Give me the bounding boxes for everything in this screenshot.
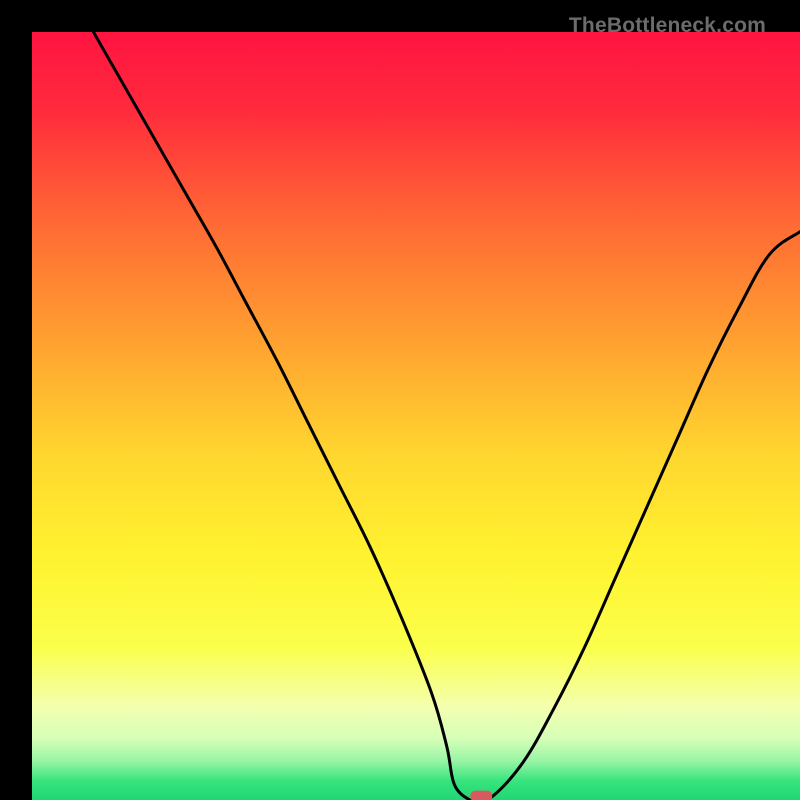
watermark-text: TheBottleneck.com <box>569 14 766 38</box>
gradient-background <box>32 32 800 800</box>
chart-frame: TheBottleneck.com <box>0 0 800 800</box>
optimal-marker <box>470 791 492 800</box>
bottleneck-chart <box>32 32 800 800</box>
